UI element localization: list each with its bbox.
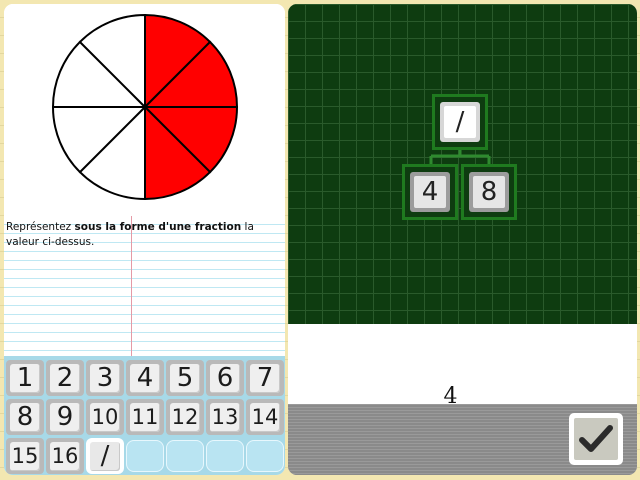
key-slash[interactable]: / — [86, 438, 124, 474]
denominator-tile[interactable]: 8 — [461, 164, 517, 220]
question-prompt: Représentez sous la forme d'une fraction… — [6, 220, 284, 250]
numerator-tile[interactable]: 4 — [402, 164, 458, 220]
key-empty-slot[interactable] — [126, 440, 164, 472]
question-panel: Représentez sous la forme d'une fraction… — [4, 4, 285, 475]
key-empty-slot[interactable] — [166, 440, 204, 472]
key-8[interactable]: 8 — [6, 399, 44, 435]
submit-button[interactable] — [569, 413, 623, 465]
prompt-bold: sous la forme d'une fraction — [74, 221, 242, 233]
denominator-tile-label: 8 — [473, 176, 505, 208]
operator-tile-label: / — [444, 106, 476, 138]
number-keypad: 1 2 3 4 5 6 7 8 9 10 11 12 13 14 15 16 / — [4, 356, 285, 475]
prompt-before: Représentez — [6, 221, 75, 233]
key-5[interactable]: 5 — [166, 360, 204, 396]
numerator-tile-label: 4 — [414, 176, 446, 208]
key-3[interactable]: 3 — [86, 360, 124, 396]
key-2[interactable]: 2 — [46, 360, 84, 396]
key-6[interactable]: 6 — [206, 360, 244, 396]
key-7[interactable]: 7 — [246, 360, 284, 396]
key-12[interactable]: 12 — [166, 399, 204, 435]
fraction-pie — [51, 13, 239, 201]
key-1[interactable]: 1 — [6, 360, 44, 396]
key-9[interactable]: 9 — [46, 399, 84, 435]
key-14[interactable]: 14 — [246, 399, 284, 435]
answer-display: 4 — [288, 324, 637, 409]
key-11[interactable]: 11 — [126, 399, 164, 435]
key-empty-slot[interactable] — [246, 440, 284, 472]
key-10[interactable]: 10 — [86, 399, 124, 435]
answer-panel: / 4 8 4 — [288, 4, 637, 475]
pie-area — [4, 4, 285, 216]
key-15[interactable]: 15 — [6, 438, 44, 474]
fraction-board: / 4 8 — [288, 4, 637, 324]
operator-tile[interactable]: / — [432, 94, 488, 150]
key-13[interactable]: 13 — [206, 399, 244, 435]
notebook-area: Représentez sous la forme d'une fraction… — [4, 216, 285, 356]
key-4[interactable]: 4 — [126, 360, 164, 396]
key-empty-slot[interactable] — [206, 440, 244, 472]
bottom-bar — [288, 404, 637, 475]
key-16[interactable]: 16 — [46, 438, 84, 474]
checkmark-icon — [579, 425, 613, 452]
